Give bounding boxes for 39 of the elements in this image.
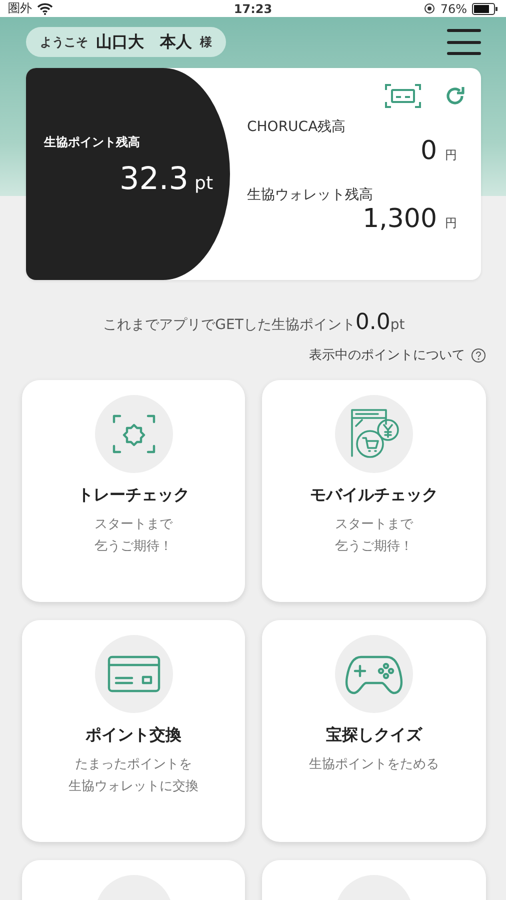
tile-title: 宝探しクイズ: [326, 725, 422, 746]
tile-title: モバイルチェック: [310, 485, 438, 506]
feature-tile[interactable]: 宝探しクイズ 生協ポイントをためる: [262, 620, 486, 842]
battery-icon: [472, 2, 498, 14]
points-label: 生協ポイント残高: [44, 134, 141, 151]
honorific-text: 様: [200, 34, 212, 50]
earned-points-unit: pt: [390, 317, 405, 333]
about-points-link[interactable]: 表示中のポイントについて: [309, 346, 486, 364]
currency-unit: 円: [445, 215, 457, 232]
card-scan-button[interactable]: [385, 84, 421, 108]
tile-description: たまったポイントを 生協ウォレットに交換: [68, 756, 198, 796]
balance-value: 1,300: [362, 204, 437, 234]
balance-value: 0: [420, 136, 437, 166]
battery-percent: 76%: [440, 2, 468, 16]
game-controller-icon: [345, 653, 403, 695]
currency-unit: 円: [445, 147, 457, 164]
tile-description: 生協ポイントをためる: [309, 756, 439, 774]
feature-tile[interactable]: モバイルチェック スタートまで 乞うご期待！: [262, 380, 486, 602]
greeting-text: ようこそ: [40, 34, 88, 50]
wifi-icon: [37, 2, 53, 14]
earned-points-value: 0.0: [355, 310, 390, 335]
points-value: 32.3: [119, 161, 189, 197]
points-unit: pt: [194, 173, 213, 194]
help-icon: [471, 348, 486, 362]
balance-label: CHORUCA残高: [247, 118, 347, 136]
tile-title: ポイント交換: [86, 725, 182, 746]
clock-time: 17:23: [234, 2, 272, 16]
feature-tile[interactable]: ポイント交換 たまったポイントを 生協ウォレットに交換: [22, 620, 245, 842]
tile-description: スタートまで 乞うご期待！: [94, 516, 172, 556]
carrier-text: 圏外: [8, 0, 32, 17]
credit-card-icon: [106, 654, 162, 694]
tile-title: トレーチェック: [78, 485, 190, 506]
feature-tile[interactable]: トレーチェック スタートまで 乞うご期待！: [22, 380, 245, 602]
earned-points-label: これまでアプリでGETした生協ポイント: [103, 317, 356, 333]
balance-label: 生協ウォレット残高: [247, 186, 374, 204]
user-name: 山口大 本人: [96, 32, 192, 52]
tile-description: スタートまで 乞うご期待！: [335, 516, 413, 556]
rotation-lock-icon: [424, 3, 436, 14]
menu-button[interactable]: [447, 29, 481, 55]
